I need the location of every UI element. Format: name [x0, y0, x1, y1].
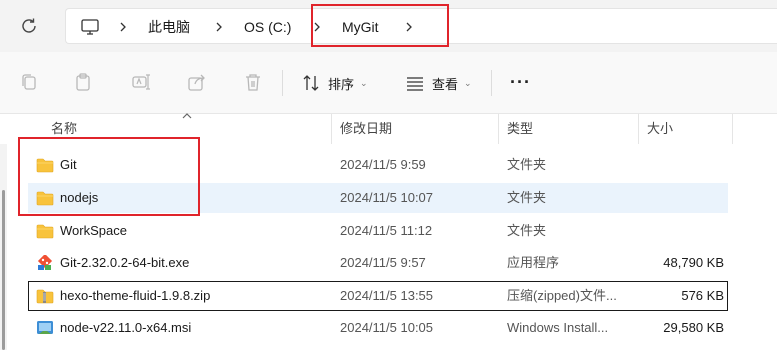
share-icon[interactable]: [186, 71, 208, 93]
git-exe-icon: [37, 255, 53, 270]
breadcrumb-this-pc[interactable]: 此电脑: [148, 9, 190, 45]
file-size: [634, 150, 724, 180]
file-modified: 2024/11/5 9:57: [340, 255, 426, 270]
file-row[interactable]: WorkSpace 2024/11/5 11:12 文件夹: [28, 216, 728, 246]
file-type: 文件夹: [507, 157, 547, 172]
file-row[interactable]: node-v22.11.0-x64.msi 2024/11/5 10:05 Wi…: [28, 313, 728, 343]
sort-label: 排序: [328, 76, 355, 92]
file-type: 文件夹: [507, 190, 547, 205]
column-header-type[interactable]: 类型: [507, 114, 533, 144]
file-modified: 2024/11/5 10:05: [340, 320, 434, 335]
breadcrumb-drive-c[interactable]: OS (C:): [244, 9, 291, 45]
chevron-right-icon[interactable]: [116, 19, 130, 35]
column-header-modified[interactable]: 修改日期: [340, 114, 392, 144]
copy-icon[interactable]: [18, 71, 40, 93]
highlight-box-folders: [18, 137, 200, 216]
msi-icon: [37, 321, 53, 334]
file-row[interactable]: Git-2.32.0.2-64-bit.exe 2024/11/5 9:57 应…: [28, 248, 728, 278]
file-row[interactable]: hexo-theme-fluid-1.9.8.zip 2024/11/5 13:…: [28, 281, 728, 311]
zip-icon: [36, 289, 54, 304]
file-name: node-v22.11.0-x64.msi: [60, 320, 192, 335]
file-size: 576 KB: [681, 288, 724, 303]
file-name: hexo-theme-fluid-1.9.8.zip: [60, 288, 211, 303]
column-divider[interactable]: [498, 114, 499, 144]
file-type: Windows Install...: [507, 320, 609, 335]
file-modified: 2024/11/5 13:55: [340, 288, 434, 303]
command-bar: 排序 ⌄ 查看 ⌄ ···: [0, 52, 777, 114]
column-divider[interactable]: [638, 114, 639, 144]
column-divider[interactable]: [331, 114, 332, 144]
toolbar-divider: [282, 70, 283, 96]
sort-ascending-icon: [182, 113, 192, 119]
chevron-right-icon[interactable]: [212, 19, 226, 35]
file-type: 压缩(zipped)文件...: [507, 288, 617, 303]
file-name: WorkSpace: [60, 223, 127, 238]
folder-icon: [36, 224, 54, 239]
paste-icon[interactable]: [72, 71, 94, 93]
column-header-size[interactable]: 大小: [647, 114, 673, 144]
file-size: 48,790 KB: [663, 255, 724, 270]
file-size: [634, 216, 724, 246]
chevron-down-icon: ⌄: [464, 77, 472, 88]
this-pc-icon: [81, 19, 99, 35]
file-type: 应用程序: [507, 255, 560, 270]
view-button[interactable]: 查看 ⌄: [404, 68, 472, 98]
nav-pane-scrollbar[interactable]: [2, 190, 5, 350]
view-list-icon: [407, 77, 423, 91]
sort-icon: [303, 75, 319, 91]
view-label: 查看: [432, 76, 459, 92]
column-divider[interactable]: [732, 114, 733, 144]
file-modified: 2024/11/5 11:12: [340, 223, 433, 238]
rename-icon[interactable]: [130, 71, 152, 93]
file-modified: 2024/11/5 10:07: [340, 190, 434, 205]
sort-button[interactable]: 排序 ⌄: [300, 68, 368, 98]
highlight-box-address: [311, 4, 449, 47]
refresh-icon[interactable]: [18, 15, 40, 37]
delete-icon[interactable]: [242, 71, 264, 93]
more-options-button[interactable]: ···: [510, 72, 531, 93]
file-size: 29,580 KB: [663, 320, 724, 335]
file-name: Git-2.32.0.2-64-bit.exe: [60, 255, 190, 270]
file-size: [634, 183, 724, 213]
file-modified: 2024/11/5 9:59: [340, 157, 426, 172]
file-type: 文件夹: [507, 223, 547, 238]
toolbar-divider: [491, 70, 492, 96]
chevron-down-icon: ⌄: [360, 77, 368, 88]
